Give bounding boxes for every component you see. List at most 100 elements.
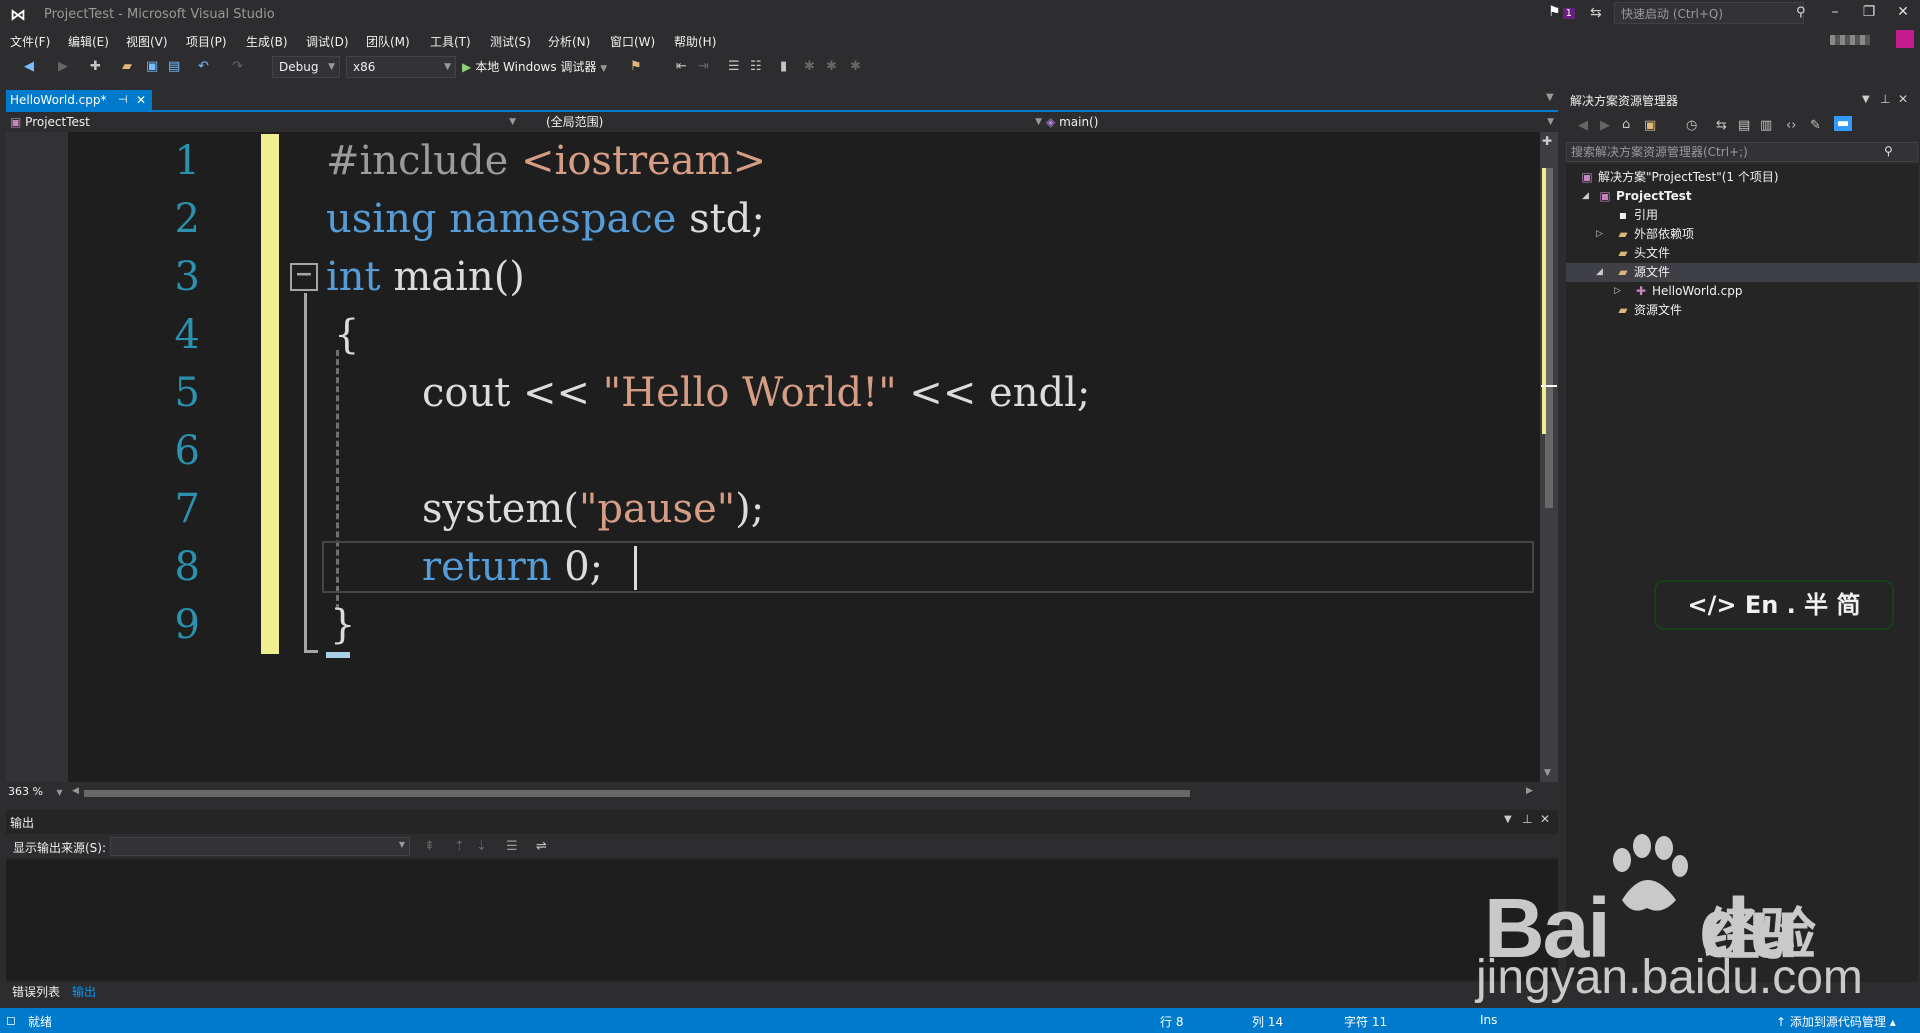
tree-item-header-files[interactable]: ▰ 头文件 [1566, 244, 1920, 263]
scope-dropdown[interactable]: (全局范围) ▼ [546, 112, 1046, 132]
menu-help[interactable]: 帮助(H) [674, 33, 716, 50]
solution-explorer-search-input[interactable]: 搜索解决方案资源管理器(Ctrl+;) [1566, 142, 1918, 162]
quick-launch-input[interactable]: 快速启动 (Ctrl+Q) [1614, 2, 1804, 24]
vertical-scrollbar-thumb[interactable] [1545, 168, 1553, 508]
collapsed-arrow-icon[interactable]: ▷ [1596, 225, 1603, 244]
code-line-7[interactable]: system("pause"); [422, 480, 764, 538]
menu-team[interactable]: 团队(M) [366, 33, 410, 50]
output-source-dropdown[interactable]: ▼ [110, 837, 410, 856]
expanded-arrow-icon[interactable]: ◢ [1596, 263, 1603, 282]
step-out-icon[interactable]: ⇥ [698, 59, 709, 74]
tree-item-helloworld-cpp[interactable]: ▷ ✚ HelloWorld.cpp [1566, 282, 1920, 301]
code-line-1[interactable]: #include <iostream> [326, 132, 766, 190]
word-wrap-icon[interactable]: ⇌ [536, 839, 547, 854]
source-control-button[interactable]: ↑ 添加到源代码管理 ▴ [1776, 1013, 1896, 1030]
menu-file[interactable]: 文件(F) [10, 33, 50, 50]
tree-item-project[interactable]: ◢ ▣ ProjectTest [1566, 187, 1920, 206]
show-all-files-icon[interactable]: ▥ [1760, 118, 1772, 133]
zoom-dropdown[interactable]: 363 % ▼ [8, 785, 63, 798]
collapse-icon[interactable]: − [290, 263, 318, 291]
solution-platform-dropdown[interactable]: x86 ▼ [346, 56, 456, 78]
pin-icon[interactable]: ⊣ [118, 90, 128, 110]
close-icon[interactable]: ✕ [1898, 92, 1908, 106]
output-text-area[interactable] [6, 860, 1558, 980]
prev-message-icon[interactable]: ⇡ [454, 839, 465, 854]
scroll-down-icon[interactable]: ▼ [1544, 768, 1551, 778]
clear-bookmarks-icon[interactable]: ✱ [850, 59, 861, 74]
properties-icon[interactable]: ✎ [1810, 118, 1821, 133]
open-file-icon[interactable]: ▰ [122, 59, 132, 74]
save-icon[interactable]: ▣ [146, 59, 158, 74]
home-icon[interactable]: ⌂ [1622, 117, 1630, 132]
code-editor[interactable] [6, 132, 1540, 782]
switch-views-icon[interactable]: ▣ [1644, 118, 1656, 133]
forward-icon[interactable]: ▶ [58, 59, 68, 74]
preview-icon[interactable]: ▬ [1834, 116, 1853, 131]
menu-debug[interactable]: 调试(D) [306, 33, 349, 50]
prev-bookmark-icon[interactable]: ✱ [804, 59, 815, 74]
find-message-icon[interactable]: ⇞ [424, 839, 435, 854]
clear-all-icon[interactable]: ☰ [506, 839, 518, 854]
step-icon[interactable]: ⇤ [676, 59, 687, 74]
pending-changes-icon[interactable]: ◷ [1686, 118, 1697, 133]
search-icon[interactable]: ⚲ [1884, 144, 1893, 158]
new-project-icon[interactable]: ✚ [90, 59, 101, 74]
view-code-icon[interactable]: ‹› [1786, 118, 1796, 133]
code-line-4[interactable]: { [334, 306, 359, 364]
back-icon[interactable]: ◀ [24, 59, 34, 74]
save-all-icon[interactable]: ▤ [168, 59, 180, 74]
tab-output[interactable]: 输出 [72, 983, 96, 1000]
ime-status-bar[interactable]: </> En . 半 简 [1654, 580, 1894, 630]
tree-item-resource-files[interactable]: ▰ 资源文件 [1566, 301, 1920, 320]
menu-view[interactable]: 视图(V) [126, 33, 168, 50]
bookmark-icon[interactable]: ▮ [780, 59, 787, 74]
pin-icon[interactable]: ⊥ [1880, 92, 1890, 106]
menu-project[interactable]: 项目(P) [186, 33, 227, 50]
sync-icon[interactable]: ⇆ [1716, 118, 1727, 133]
code-line-5[interactable]: cout << "Hello World!" << endl; [422, 364, 1090, 422]
tree-item-solution[interactable]: ▣ 解决方案"ProjectTest"(1 个项目) [1566, 168, 1920, 187]
back-icon[interactable]: ◀ [1578, 118, 1588, 133]
code-line-9[interactable]: } [330, 596, 355, 654]
forward-icon[interactable]: ▶ [1600, 118, 1610, 133]
menu-analyze[interactable]: 分析(N) [548, 33, 590, 50]
indent-icon[interactable]: ☰ [728, 59, 740, 74]
search-icon[interactable]: ⚲ [1796, 5, 1806, 20]
redo-icon[interactable]: ↷ [232, 59, 243, 74]
scroll-left-icon[interactable]: ◀ [72, 786, 79, 796]
restore-button[interactable]: ❐ [1854, 4, 1884, 20]
next-bookmark-icon[interactable]: ✱ [826, 59, 837, 74]
function-dropdown[interactable]: ◈ main() ▼ [1046, 112, 1558, 132]
notification-flag-icon[interactable]: ⚑ 1 [1548, 4, 1575, 20]
project-dropdown[interactable]: ▣ ProjectTest ▼ [10, 112, 520, 132]
split-window-icon[interactable]: ✚ [1542, 134, 1552, 148]
minimize-button[interactable]: – [1820, 4, 1850, 20]
menu-build[interactable]: 生成(B) [246, 33, 288, 50]
code-line-3[interactable]: int main() [326, 248, 525, 306]
collapsed-arrow-icon[interactable]: ▷ [1614, 282, 1621, 301]
menu-window[interactable]: 窗口(W) [610, 33, 655, 50]
code-line-8[interactable]: return 0; [422, 538, 603, 596]
chevron-down-icon[interactable]: ▼ [1546, 92, 1554, 103]
tree-item-source-files[interactable]: ◢ ▰ 源文件 [1566, 263, 1920, 282]
horizontal-scrollbar-thumb[interactable] [84, 790, 1190, 797]
menu-test[interactable]: 测试(S) [490, 33, 531, 50]
tree-item-external-deps[interactable]: ▷ ▰ 外部依赖项 [1566, 225, 1920, 244]
expanded-arrow-icon[interactable]: ◢ [1582, 187, 1589, 206]
attach-icon[interactable]: ⚑ [630, 59, 642, 74]
chevron-down-icon[interactable]: ▼ [1862, 94, 1870, 105]
scroll-right-icon[interactable]: ▶ [1526, 786, 1533, 796]
solution-configuration-dropdown[interactable]: Debug ▼ [272, 56, 340, 78]
next-message-icon[interactable]: ⇣ [476, 839, 487, 854]
tab-helloworld-cpp[interactable]: HelloWorld.cpp* ⊣ ✕ [6, 90, 152, 110]
undo-icon[interactable]: ↶ [198, 59, 209, 74]
close-window-button[interactable]: ✕ [1888, 4, 1918, 20]
start-debugging-button[interactable]: ▶ 本地 Windows 调试器 ▼ [462, 58, 607, 75]
close-icon[interactable]: ✕ [136, 90, 146, 110]
feedback-icon[interactable]: ⇆ [1590, 5, 1602, 21]
menu-tools[interactable]: 工具(T) [430, 33, 471, 50]
collapse-all-icon[interactable]: ▤ [1738, 118, 1750, 133]
tab-error-list[interactable]: 错误列表 [12, 983, 60, 1000]
menu-edit[interactable]: 编辑(E) [68, 33, 109, 50]
tree-item-references[interactable]: ▪ 引用 [1566, 206, 1920, 225]
